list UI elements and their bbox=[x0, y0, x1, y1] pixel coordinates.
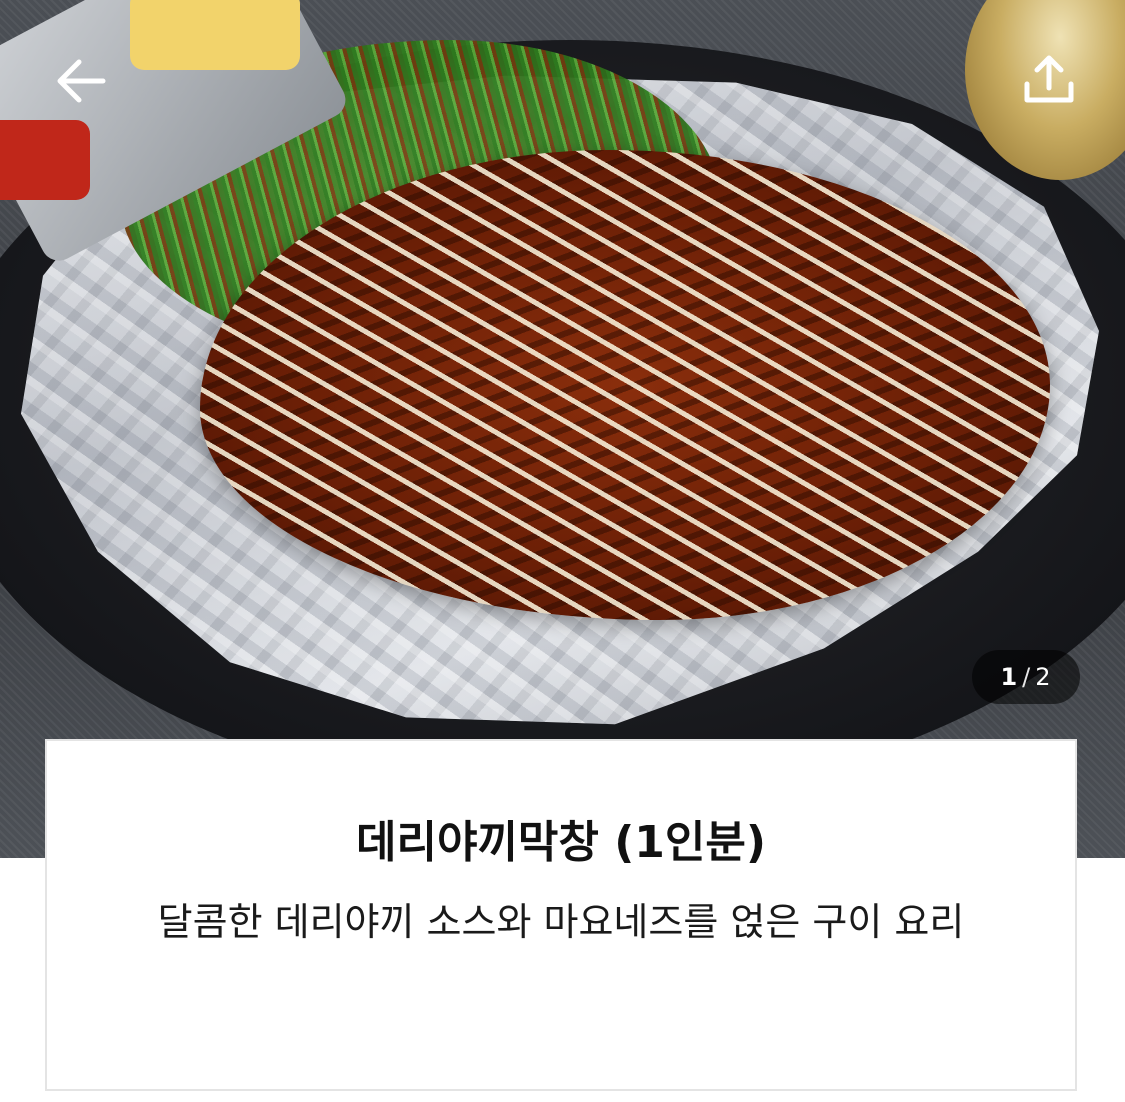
menu-title: 데리야끼막창 (1인분) bbox=[356, 817, 766, 868]
pickle-dish-shape bbox=[130, 0, 300, 70]
menu-description: 달콤한 데리야끼 소스와 마요네즈를 얹은 구이 요리 bbox=[157, 900, 965, 944]
back-button[interactable] bbox=[48, 48, 114, 114]
page-current: 1 bbox=[1000, 663, 1019, 691]
menu-info-card: 데리야끼막창 (1인분) 달콤한 데리야끼 소스와 마요네즈를 얹은 구이 요리 bbox=[45, 739, 1077, 1091]
teriyaki-sauce-shape bbox=[200, 150, 1050, 620]
sauce-dish-shape bbox=[0, 120, 90, 200]
share-button[interactable] bbox=[1015, 46, 1083, 114]
food-photo[interactable]: 1 / 2 bbox=[0, 0, 1125, 858]
share-upload-icon bbox=[1024, 55, 1074, 103]
menu-detail-screen: 1 / 2 데리야끼막창 (1인분) 달콤한 데리야끼 소스와 마요네즈를 얹은… bbox=[0, 0, 1125, 1102]
page-separator: / bbox=[1022, 663, 1032, 691]
photo-page-indicator: 1 / 2 bbox=[972, 650, 1080, 704]
page-total: 2 bbox=[1035, 663, 1052, 691]
arrow-left-icon bbox=[57, 59, 106, 103]
